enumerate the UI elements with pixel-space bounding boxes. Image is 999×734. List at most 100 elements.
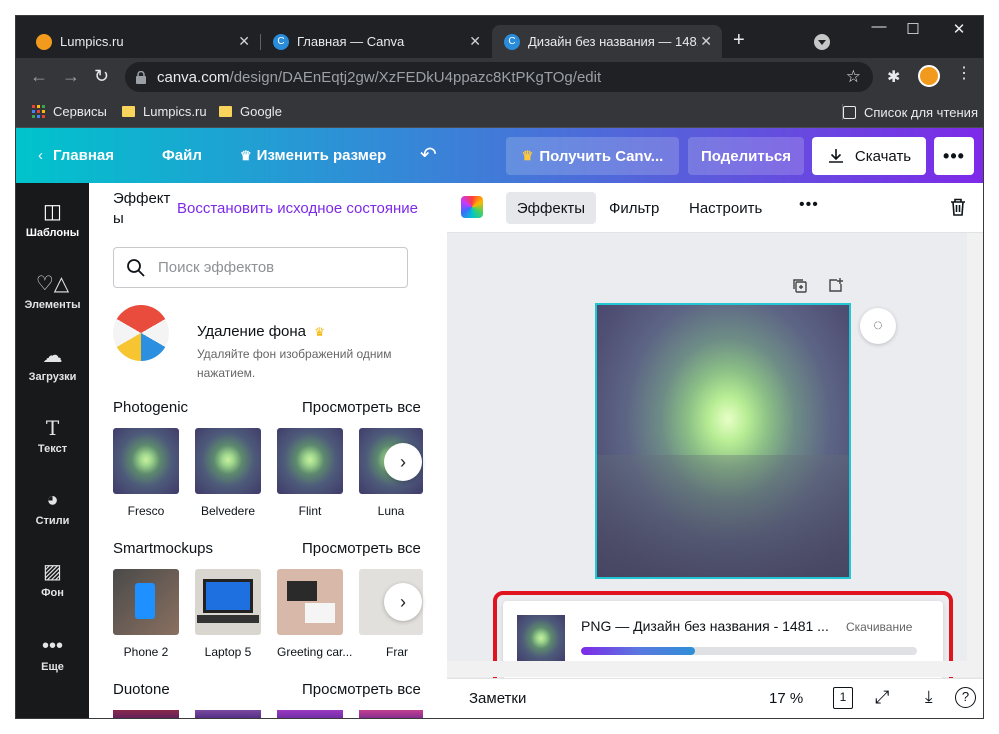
mockup-thumb-phone[interactable] bbox=[113, 569, 179, 635]
effect-thumb-fresco[interactable] bbox=[113, 428, 179, 494]
design-canvas[interactable] bbox=[595, 303, 851, 579]
close-tab-icon[interactable]: ✕ bbox=[238, 33, 250, 50]
sidebar-item-templates[interactable]: ◫ Шаблоны bbox=[16, 201, 89, 239]
reading-list-icon bbox=[843, 105, 856, 119]
bg-remove-description: Удаляйте фон изображений одним нажатием. bbox=[197, 345, 391, 383]
back-icon[interactable]: ← bbox=[30, 66, 48, 86]
sidebar-item-styles[interactable]: ◕ Стили bbox=[16, 489, 89, 527]
duplicate-page-icon[interactable] bbox=[792, 278, 808, 294]
get-canva-pro-button[interactable]: ♛ Получить Canv... bbox=[506, 137, 679, 175]
effects-search-input[interactable]: Поиск эффектов bbox=[113, 247, 408, 288]
close-tab-icon[interactable]: ✕ bbox=[700, 33, 712, 50]
canvas-scrollbar-v[interactable] bbox=[967, 233, 983, 661]
duotone-thumb[interactable] bbox=[359, 710, 423, 718]
tab-canva-design[interactable]: C Дизайн без названия — 1481 : ✕ bbox=[492, 25, 722, 58]
search-icon bbox=[127, 258, 145, 277]
profile-avatar[interactable] bbox=[918, 65, 940, 87]
crown-icon: ♛ bbox=[314, 325, 325, 339]
minimize-icon[interactable]: — bbox=[864, 18, 894, 35]
see-all-link[interactable]: Просмотреть все bbox=[302, 681, 421, 698]
file-menu[interactable]: Файл bbox=[162, 147, 202, 164]
tab-strip: Lumpics.ru ✕ C Главная — Canva ✕ C Дизай… bbox=[16, 16, 983, 58]
fullscreen-icon[interactable]: ⤢ bbox=[875, 687, 889, 708]
home-link[interactable]: ‹ Главная bbox=[38, 147, 114, 164]
address-bar[interactable]: canva.com /design/DAEnEqtj2gw/XzFEDkU4pp… bbox=[125, 62, 873, 92]
folder-icon bbox=[122, 106, 135, 117]
more-options-icon[interactable]: ••• bbox=[799, 196, 819, 214]
add-comment-button[interactable]: ◌ bbox=[860, 308, 896, 344]
trash-icon[interactable] bbox=[949, 197, 967, 217]
add-page-icon[interactable] bbox=[828, 277, 844, 293]
undo-icon[interactable]: ↶ bbox=[420, 142, 437, 167]
download-button[interactable]: Скачать bbox=[812, 137, 926, 175]
tab-search-icon[interactable] bbox=[814, 34, 830, 50]
download-icon bbox=[828, 149, 843, 163]
close-tab-icon[interactable]: ✕ bbox=[469, 33, 481, 50]
sidebar-item-elements[interactable]: ♡△ Элементы bbox=[16, 273, 89, 311]
notes-button[interactable]: Заметки bbox=[469, 690, 526, 707]
bg-remove-title[interactable]: Удаление фона ♛ bbox=[197, 323, 325, 340]
mockup-thumb-greeting-card[interactable] bbox=[277, 569, 343, 635]
hide-panel-icon[interactable]: ⤓ bbox=[925, 687, 933, 707]
bookmark-star-icon[interactable]: ☆ bbox=[846, 67, 861, 87]
color-picker-icon[interactable] bbox=[461, 196, 483, 218]
beach-ball-image[interactable] bbox=[113, 305, 169, 361]
sidebar-item-background[interactable]: ▨ Фон bbox=[16, 561, 89, 599]
layout-icon: ◫ bbox=[43, 201, 62, 223]
mockup-caption: Laptop 5 bbox=[204, 645, 252, 659]
browser-toolbar: ← → ↻ canva.com /design/DAEnEqtj2gw/XzFE… bbox=[16, 58, 983, 96]
canvas-scrollbar-h[interactable] bbox=[447, 661, 983, 677]
share-button[interactable]: Поделиться bbox=[688, 137, 804, 175]
maximize-icon[interactable]: ☐ bbox=[898, 20, 928, 38]
duotone-thumb[interactable] bbox=[195, 710, 261, 718]
more-options-button[interactable]: ••• bbox=[934, 137, 974, 175]
effect-thumb-belvedere[interactable] bbox=[195, 428, 261, 494]
mockup-thumb-laptop[interactable] bbox=[195, 569, 261, 635]
cloud-upload-icon: ☁ bbox=[42, 345, 63, 367]
mockup-caption: Frar bbox=[386, 645, 408, 659]
comment-plus-icon: ◌ bbox=[873, 317, 883, 334]
extensions-icon[interactable]: ✱ bbox=[887, 67, 900, 87]
duotone-thumb[interactable] bbox=[277, 710, 343, 718]
adjust-button[interactable]: Настроить bbox=[689, 200, 762, 217]
tab-title: Главная — Canva bbox=[297, 34, 405, 49]
bookmark-lumpics[interactable]: Lumpics.ru bbox=[122, 104, 207, 119]
sidebar-item-more[interactable]: ••• Еще bbox=[16, 635, 89, 673]
palette-icon: ◕ bbox=[46, 489, 59, 511]
reading-list[interactable]: Список для чтения bbox=[842, 104, 978, 120]
bookmark-services[interactable]: Сервисы bbox=[32, 104, 107, 119]
tab-lumpics[interactable]: Lumpics.ru ✕ bbox=[24, 25, 260, 58]
see-all-link[interactable]: Просмотреть все bbox=[302, 399, 421, 416]
duotone-thumb[interactable] bbox=[113, 710, 179, 718]
new-tab-icon[interactable]: + bbox=[733, 30, 745, 50]
effect-thumb-flint[interactable] bbox=[277, 428, 343, 494]
editor-area: Эффекты Фильтр Настроить ••• ◌ PNG — Диз… bbox=[447, 183, 983, 718]
panel-title: Эффект ы bbox=[113, 189, 170, 229]
page-count-button[interactable]: 1 bbox=[833, 687, 853, 709]
chevron-left-icon: ‹ bbox=[38, 147, 43, 164]
tab-canva-home[interactable]: C Главная — Canva ✕ bbox=[261, 25, 491, 58]
chevron-right-icon[interactable]: › bbox=[384, 443, 422, 481]
reset-link[interactable]: Восстановить исходное состояние bbox=[177, 200, 418, 217]
browser-menu-icon[interactable]: ⋮ bbox=[956, 66, 972, 82]
close-window-icon[interactable]: ✕ bbox=[944, 20, 974, 38]
sidebar-item-text[interactable]: T Текст bbox=[16, 417, 89, 455]
see-all-link[interactable]: Просмотреть все bbox=[302, 540, 421, 557]
effects-button[interactable]: Эффекты bbox=[506, 192, 596, 224]
zoom-level[interactable]: 17 % bbox=[769, 690, 803, 707]
resize-button[interactable]: ♛ Изменить размер bbox=[240, 147, 386, 164]
reading-list-label: Список для чтения bbox=[864, 104, 978, 120]
sidebar-item-uploads[interactable]: ☁ Загрузки bbox=[16, 345, 89, 383]
filter-button[interactable]: Фильтр bbox=[609, 200, 659, 217]
background-pattern-icon: ▨ bbox=[43, 561, 62, 583]
effect-caption: Luna bbox=[377, 504, 405, 518]
bookmark-google[interactable]: Google bbox=[219, 104, 282, 119]
get-canva-label: Получить Canv... bbox=[539, 147, 664, 165]
download-progress-bar bbox=[581, 647, 917, 655]
chevron-right-icon[interactable]: › bbox=[384, 583, 422, 621]
sidebar-item-label: Еще bbox=[41, 661, 64, 673]
help-icon[interactable]: ? bbox=[955, 687, 976, 708]
canvas-toolbar: Эффекты Фильтр Настроить ••• bbox=[447, 183, 983, 233]
forward-icon[interactable]: → bbox=[62, 66, 80, 86]
reload-icon[interactable]: ↻ bbox=[94, 66, 109, 86]
